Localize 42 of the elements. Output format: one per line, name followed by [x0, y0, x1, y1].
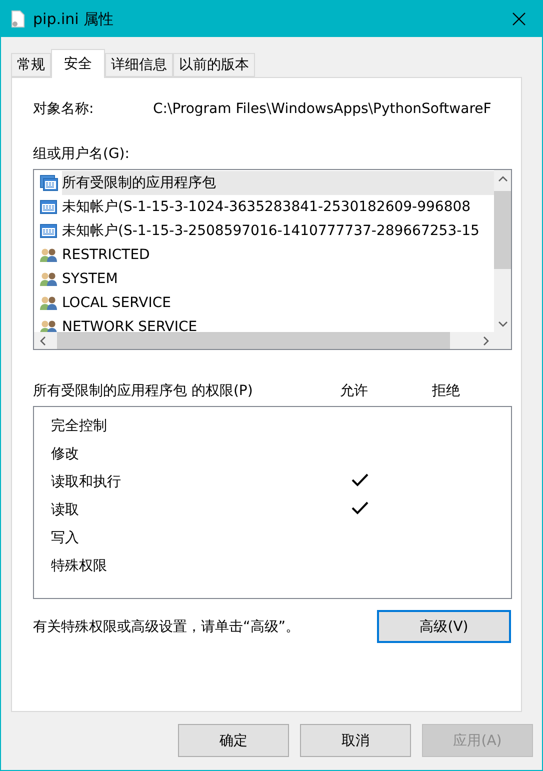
group-item[interactable]: SYSTEM: [62, 267, 494, 291]
scroll-up-icon[interactable]: [498, 174, 508, 184]
close-icon: [512, 12, 526, 26]
permission-name: 写入: [51, 529, 80, 547]
advanced-note: 有关特殊权限或高级设置，请单击“高级”。: [33, 618, 300, 636]
window-title: pip.ini 属性: [33, 10, 115, 28]
account-icon: [40, 200, 57, 214]
vertical-scrollbar[interactable]: [494, 170, 511, 332]
tab[interactable]: 常规: [11, 53, 51, 77]
group-item[interactable]: LOCAL SERVICE: [62, 291, 494, 315]
tab[interactable]: 安全: [51, 49, 105, 78]
horizontal-scrollbar[interactable]: [34, 332, 494, 349]
group-item[interactable]: 未知帐户(S-1-15-3-1024-3635283841-2530182609-996808: [62, 195, 494, 219]
scroll-right-icon[interactable]: [480, 336, 490, 346]
deny-column-header: 拒绝: [432, 382, 461, 400]
file-icon: [11, 10, 25, 28]
group-item[interactable]: RESTRICTED: [62, 243, 494, 267]
object-path: C:\Program Files\WindowsApps\PythonSoftwareF: [153, 101, 492, 117]
users-icon: [40, 247, 58, 263]
package-icon: [40, 175, 58, 191]
dialog-button[interactable]: 确定: [178, 724, 289, 757]
dialog-button[interactable]: 取消: [300, 724, 411, 757]
users-icon: [40, 295, 58, 311]
groups-label: 组或用户名(G):: [33, 145, 130, 163]
group-item[interactable]: NETWORK SERVICE: [62, 315, 494, 332]
group-item[interactable]: 未知帐户(S-1-15-3-2508597016-1410777737-289667253-15: [62, 219, 494, 243]
permission-name: 读取: [51, 501, 80, 519]
permission-name: 修改: [51, 445, 80, 463]
permission-name: 完全控制: [51, 417, 108, 435]
group-item[interactable]: 所有受限制的应用程序包: [62, 171, 494, 195]
permission-name: 读取和执行: [51, 473, 122, 491]
tab[interactable]: 以前的版本: [173, 53, 255, 77]
tab[interactable]: 详细信息: [105, 53, 173, 77]
permissions-label: 所有受限制的应用程序包 的权限(P): [33, 382, 254, 400]
users-icon: [40, 271, 58, 287]
object-name-label: 对象名称:: [33, 100, 95, 118]
scroll-down-icon[interactable]: [498, 318, 508, 328]
scroll-left-icon[interactable]: [38, 336, 48, 346]
advanced-button[interactable]: 高级(V): [377, 610, 511, 643]
account-icon: [40, 224, 57, 238]
permission-name: 特殊权限: [51, 557, 108, 575]
allow-column-header: 允许: [340, 382, 369, 400]
